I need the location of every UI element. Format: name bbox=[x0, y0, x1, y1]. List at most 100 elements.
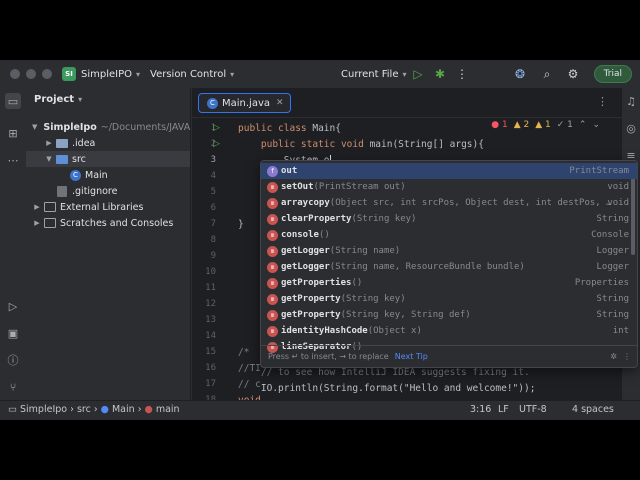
completion-item[interactable]: m getLogger (String name, ResourceBundle b… bbox=[261, 259, 637, 275]
tree-item-label: .gitignore bbox=[72, 185, 118, 197]
editor-tab-bar: C Main.java ✕ ⋮ bbox=[192, 88, 622, 118]
project-name: SimpleIPO bbox=[81, 68, 132, 80]
debug-icon[interactable]: ✱ bbox=[432, 66, 448, 82]
close-window-button[interactable] bbox=[10, 69, 20, 79]
git-icon[interactable]: ⑂ bbox=[5, 379, 21, 395]
code-token: Main{ bbox=[312, 123, 341, 134]
tab-options-icon[interactable]: ⋮ bbox=[597, 95, 608, 108]
completion-item-params: (Object src, int srcPos, Object dest, in… bbox=[329, 198, 612, 208]
completion-item[interactable]: m console() Console bbox=[261, 227, 637, 243]
code-line-2: public static void main(String[] args){ bbox=[238, 139, 484, 150]
version-control-label: Version Control bbox=[150, 68, 227, 80]
ai-chat-icon[interactable]: ◎ bbox=[623, 120, 639, 136]
run-tool-icon[interactable]: ▷ bbox=[5, 298, 21, 314]
line-number: 11 bbox=[205, 283, 216, 293]
problems-icon[interactable]: ⓘ bbox=[5, 352, 21, 368]
tree-item-src[interactable]: ▼ src bbox=[26, 151, 190, 167]
run-gutter-icon[interactable]: ▷ bbox=[213, 123, 220, 133]
java-class-icon: C bbox=[207, 97, 218, 109]
completion-item[interactable]: m clearProperty (String key) String bbox=[261, 211, 637, 227]
completion-item[interactable]: m getProperty (String key, String def) Stri… bbox=[261, 307, 637, 323]
run-config-label: Current File bbox=[341, 68, 399, 80]
run-config-selector[interactable]: Current File ▾ bbox=[341, 60, 407, 88]
breadcrumb[interactable]: ▭ SimpleIpo › src › ● Main › ● main bbox=[8, 404, 180, 415]
file-icon bbox=[57, 185, 67, 197]
tree-item-path: ~/Documents/JAVA/S bbox=[100, 121, 190, 133]
tree-item-gitignore[interactable]: .gitignore bbox=[26, 183, 190, 199]
caret-position[interactable]: 3:16 bbox=[470, 404, 491, 415]
line-number: 5 bbox=[210, 187, 216, 197]
notifications-icon[interactable]: ♫ bbox=[623, 93, 639, 109]
completion-item[interactable]: m getProperty (String key) String bbox=[261, 291, 637, 307]
completion-item[interactable]: m arraycopy (Object src, int srcPos, Objec… bbox=[261, 195, 637, 211]
folder-icon bbox=[56, 138, 68, 148]
breadcrumb-item: SimpleIpo bbox=[20, 404, 68, 415]
more-actions-icon[interactable]: ⋮ bbox=[454, 66, 470, 82]
completion-item-name: getProperties bbox=[281, 278, 352, 288]
run-icon[interactable]: ▷ bbox=[410, 66, 426, 82]
structure-tool-icon[interactable]: ⊞ bbox=[5, 125, 21, 141]
project-badge: SI bbox=[62, 67, 76, 81]
tree-item-main[interactable]: C Main bbox=[26, 167, 190, 183]
minimize-window-button[interactable] bbox=[26, 69, 36, 79]
completion-item[interactable]: m getLogger (String name) Logger bbox=[261, 243, 637, 259]
completion-item[interactable]: m identityHashCode (Object x) int bbox=[261, 323, 637, 339]
completion-item-name: setOut bbox=[281, 182, 314, 192]
completion-item[interactable]: f out PrintStream bbox=[261, 163, 637, 179]
line-number: 6 bbox=[210, 203, 216, 213]
project-panel-header[interactable]: Project ▾ bbox=[34, 94, 82, 105]
tree-item-label: Scratches and Consoles bbox=[60, 217, 174, 229]
completion-item-type: int bbox=[612, 326, 629, 336]
completion-item-type: void bbox=[607, 198, 629, 208]
run-gutter-icon[interactable]: ▷ bbox=[213, 139, 220, 149]
scratches-icon bbox=[44, 218, 56, 228]
breadcrumb-item: src bbox=[76, 404, 91, 415]
chevron-down-icon: ▼ bbox=[32, 123, 38, 131]
method-icon: m bbox=[267, 245, 278, 257]
source-folder-icon bbox=[56, 154, 68, 164]
next-tip-link[interactable]: Next Tip bbox=[395, 352, 428, 361]
method-icon: m bbox=[267, 229, 278, 241]
more-tools-icon[interactable]: ⋯ bbox=[5, 152, 21, 168]
trial-button[interactable]: Trial bbox=[593, 65, 632, 83]
indent-setting[interactable]: 4 spaces bbox=[572, 404, 614, 415]
version-control-menu[interactable]: Version Control ▾ bbox=[150, 60, 234, 88]
project-panel: Project ▾ ▼ SimpleIpo ~/Documents/JAVA/S… bbox=[26, 88, 191, 400]
completion-item-params: (String name) bbox=[329, 246, 401, 256]
code-line-18b: // to see how IntelliJ IDEA suggests fix… bbox=[238, 367, 530, 378]
file-encoding[interactable]: UTF-8 bbox=[519, 404, 547, 415]
tree-item-label: .idea bbox=[72, 137, 96, 149]
line-separator[interactable]: LF bbox=[498, 404, 509, 415]
completion-item[interactable]: m getProperties() Properties bbox=[261, 275, 637, 291]
tree-item-external-libraries[interactable]: ▶ External Libraries bbox=[26, 199, 190, 215]
completion-item-params: (String key, String def) bbox=[340, 310, 471, 320]
project-tool-icon[interactable]: ▭ bbox=[5, 93, 21, 109]
close-icon[interactable]: ✕ bbox=[276, 98, 284, 108]
terminal-icon[interactable]: ▣ bbox=[5, 325, 21, 341]
search-icon[interactable]: ⌕ bbox=[539, 66, 555, 82]
loading-icon: ✲ bbox=[610, 352, 617, 361]
breadcrumb-item: Main bbox=[111, 404, 135, 415]
code-line-7: } bbox=[238, 219, 244, 230]
status-bar: ▭ SimpleIpo › src › ● Main › ● main 3:16… bbox=[0, 400, 640, 420]
completion-item-params: (String name, ResourceBundle bundle) bbox=[329, 262, 525, 272]
ai-assistant-icon[interactable]: ❂ bbox=[512, 66, 528, 82]
tree-item-label: src bbox=[72, 153, 86, 165]
method-icon: m bbox=[267, 261, 278, 273]
left-tool-strip: ▭ ⊞ ⋯ ▷ ▣ ⓘ ⑂ bbox=[0, 88, 26, 400]
java-class-icon: ● bbox=[100, 404, 109, 415]
more-options-icon[interactable]: ⋮ bbox=[623, 352, 631, 361]
method-icon: m bbox=[267, 181, 278, 193]
project-switcher[interactable]: SI SimpleIPO ▾ bbox=[62, 60, 140, 88]
gear-icon[interactable]: ⚙ bbox=[565, 66, 581, 82]
chevron-down-icon: ▾ bbox=[78, 95, 83, 104]
tree-item-scratches[interactable]: ▶ Scratches and Consoles bbox=[26, 215, 190, 231]
tab-main-java[interactable]: C Main.java ✕ bbox=[198, 93, 291, 113]
completion-item[interactable]: m setOut (PrintStream out) void bbox=[261, 179, 637, 195]
line-number: 10 bbox=[205, 267, 216, 277]
tree-item-idea[interactable]: ▶ .idea bbox=[26, 135, 190, 151]
chevron-right-icon: ▶ bbox=[34, 203, 40, 211]
zoom-window-button[interactable] bbox=[42, 69, 52, 79]
tree-item-root[interactable]: ▼ SimpleIpo ~/Documents/JAVA/S bbox=[26, 119, 190, 135]
line-number: 12 bbox=[205, 299, 216, 309]
